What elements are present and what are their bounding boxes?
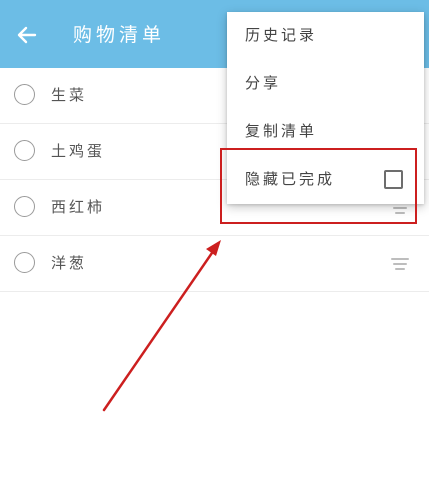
overflow-menu: 历史记录 分享 复制清单 隐藏已完成 bbox=[227, 12, 424, 204]
item-label: 土鸡蛋 bbox=[51, 142, 106, 160]
item-checkbox[interactable] bbox=[14, 84, 35, 105]
page-title: 购物清单 bbox=[73, 24, 166, 46]
drag-handle-icon[interactable] bbox=[391, 258, 409, 270]
item-checkbox[interactable] bbox=[14, 252, 35, 273]
item-checkbox[interactable] bbox=[14, 140, 35, 161]
hide-completed-checkbox[interactable] bbox=[384, 170, 403, 189]
menu-item-label: 历史记录 bbox=[245, 26, 318, 44]
menu-item-label: 分享 bbox=[245, 74, 282, 92]
item-checkbox[interactable] bbox=[14, 196, 35, 217]
menu-item-history[interactable]: 历史记录 bbox=[227, 12, 424, 60]
item-label: 生菜 bbox=[51, 86, 88, 104]
menu-item-hide-completed[interactable]: 隐藏已完成 bbox=[227, 156, 424, 204]
item-label: 西红柿 bbox=[51, 198, 106, 216]
menu-item-label: 复制清单 bbox=[245, 122, 318, 140]
list-item[interactable]: 洋葱 bbox=[0, 236, 429, 292]
back-button[interactable] bbox=[14, 22, 40, 48]
item-label: 洋葱 bbox=[51, 254, 88, 272]
menu-item-share[interactable]: 分享 bbox=[227, 60, 424, 108]
menu-item-copy-list[interactable]: 复制清单 bbox=[227, 108, 424, 156]
arrow-left-icon bbox=[17, 26, 37, 44]
menu-item-label: 隐藏已完成 bbox=[245, 170, 336, 188]
